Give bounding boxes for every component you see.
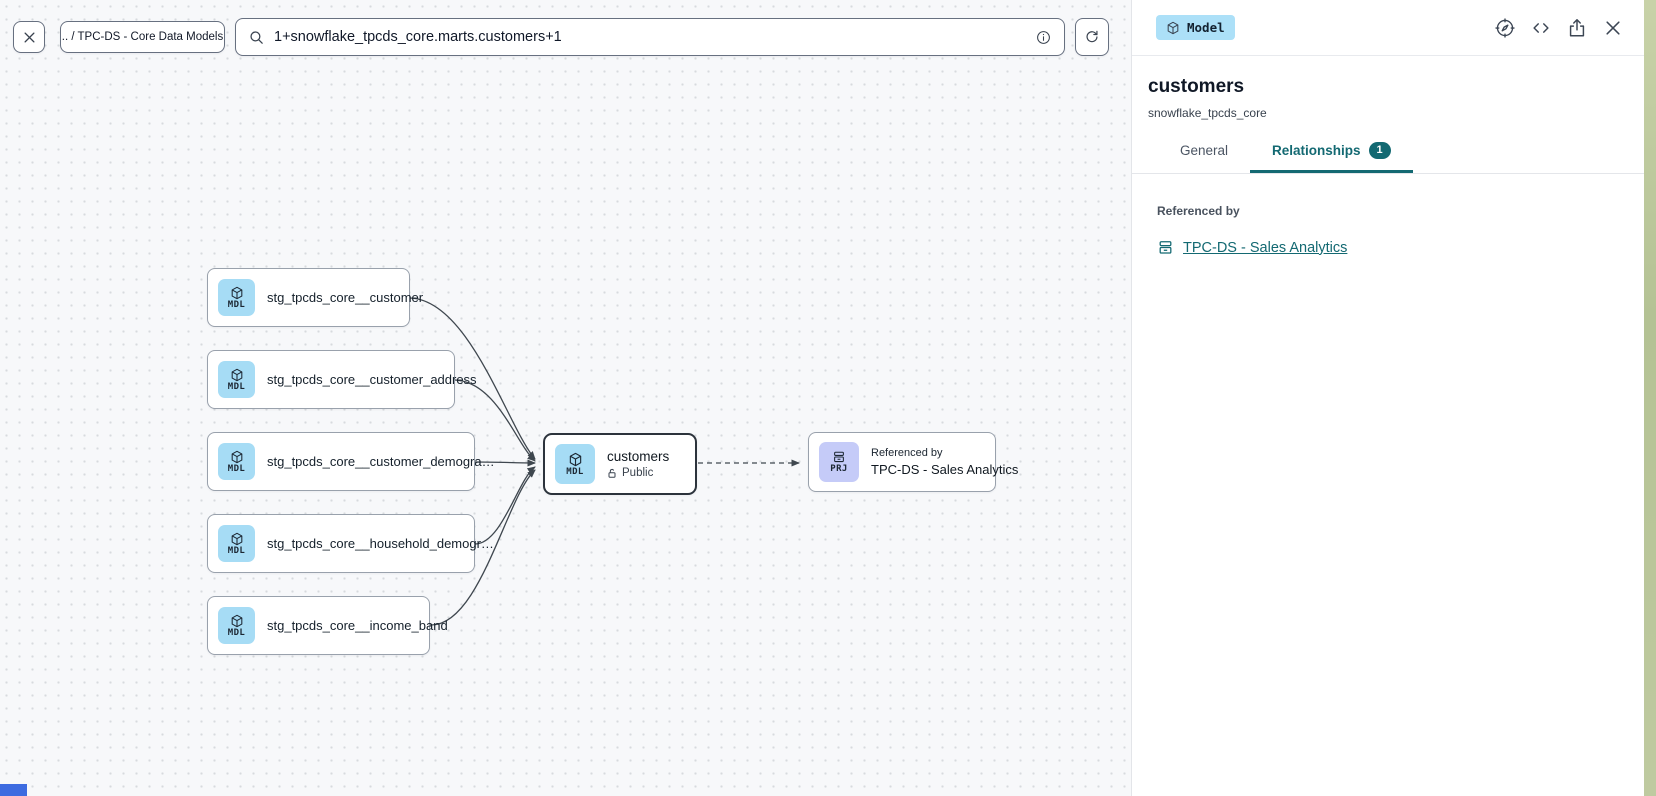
app-window: MDL stg_tpcds_core__customer MDL stg_tpc… xyxy=(0,0,1656,796)
share-icon[interactable] xyxy=(1566,17,1588,39)
node-label: stg_tpcds_core__customer_demogra… xyxy=(267,454,495,469)
referenced-by-label: Referenced by xyxy=(1157,204,1620,218)
node-label: customers xyxy=(607,449,669,464)
node-stg-customer-address[interactable]: MDL stg_tpcds_core__customer_address xyxy=(207,350,455,409)
model-icon: MDL xyxy=(218,279,255,316)
node-stg-income-band[interactable]: MDL stg_tpcds_core__income_band xyxy=(207,596,430,655)
model-icon: MDL xyxy=(218,607,255,644)
node-stg-household-demographics[interactable]: MDL stg_tpcds_core__household_demogr… xyxy=(207,514,475,573)
node-stg-customer-demographics[interactable]: MDL stg_tpcds_core__customer_demogra… xyxy=(207,432,475,491)
lock-open-icon xyxy=(607,468,617,479)
panel-tabs: General Relationships 1 xyxy=(1132,142,1644,174)
refresh-button[interactable] xyxy=(1075,18,1109,56)
breadcrumb[interactable]: .. / TPC-DS - Core Data Models xyxy=(60,21,225,53)
code-icon[interactable] xyxy=(1530,17,1552,39)
lineage-search xyxy=(235,18,1065,56)
node-label: stg_tpcds_core__customer xyxy=(267,290,423,305)
tab-relationships[interactable]: Relationships 1 xyxy=(1250,142,1413,173)
search-icon xyxy=(248,29,265,46)
close-panel-icon[interactable] xyxy=(1602,17,1624,39)
node-customers-selected[interactable]: MDL customers Public xyxy=(543,433,697,495)
node-label: stg_tpcds_core__income_band xyxy=(267,618,448,633)
visibility-row: Public xyxy=(607,467,669,479)
desktop-background-strip xyxy=(1644,0,1656,796)
model-icon: MDL xyxy=(218,525,255,562)
model-icon: MDL xyxy=(218,361,255,398)
cube-icon xyxy=(1166,21,1180,35)
page-title: customers xyxy=(1148,76,1620,98)
info-icon[interactable] xyxy=(1035,29,1052,46)
type-badge: Model xyxy=(1156,15,1235,40)
model-icon: MDL xyxy=(218,443,255,480)
close-icon xyxy=(22,30,37,45)
node-label: stg_tpcds_core__customer_address xyxy=(267,372,477,387)
relationships-count-badge: 1 xyxy=(1369,142,1391,159)
minimap-chip xyxy=(0,784,27,796)
project-icon xyxy=(1157,239,1174,256)
node-label: stg_tpcds_core__household_demogr… xyxy=(267,536,494,551)
node-eyebrow: Referenced by xyxy=(871,447,1018,459)
panel-header: Model xyxy=(1132,0,1644,56)
model-icon: MDL xyxy=(555,444,595,484)
node-referenced-by-project[interactable]: PRJ Referenced by TPC-DS - Sales Analyti… xyxy=(808,432,996,492)
node-label: TPC-DS - Sales Analytics xyxy=(871,462,1018,477)
project-icon: PRJ xyxy=(819,442,859,482)
node-stg-customer[interactable]: MDL stg_tpcds_core__customer xyxy=(207,268,410,327)
tab-general[interactable]: General xyxy=(1158,142,1250,173)
details-panel: Model customers snowflake_tpcds_core xyxy=(1131,0,1644,796)
project-subtitle: snowflake_tpcds_core xyxy=(1148,106,1620,120)
refresh-icon xyxy=(1084,29,1100,45)
close-lineage-button[interactable] xyxy=(13,21,45,53)
lineage-edges xyxy=(0,0,1131,796)
explore-lineage-icon[interactable] xyxy=(1494,17,1516,39)
search-input[interactable] xyxy=(274,29,1026,45)
referenced-project-link[interactable]: TPC-DS - Sales Analytics xyxy=(1183,240,1347,256)
